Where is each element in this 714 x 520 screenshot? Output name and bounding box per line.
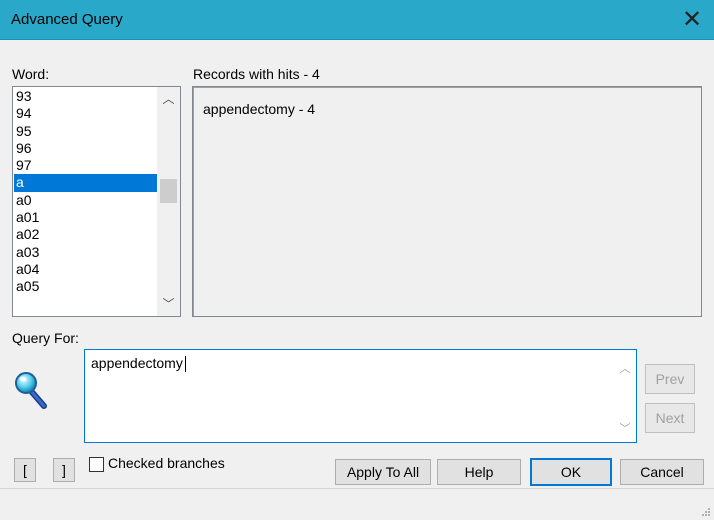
records-panel: appendectomy - 4 xyxy=(192,86,702,317)
query-label: Query For: xyxy=(12,330,79,346)
prev-button[interactable]: Prev xyxy=(645,364,695,394)
title-bar: Advanced Query ✕ xyxy=(0,0,714,40)
resize-grip-icon[interactable] xyxy=(702,508,710,516)
advanced-query-dialog: Advanced Query ✕ Word: Records with hits… xyxy=(0,0,714,520)
magnifier-icon xyxy=(15,372,47,409)
list-item[interactable]: a04 xyxy=(14,261,157,278)
close-bracket-button[interactable]: ] xyxy=(53,458,75,482)
query-scrollbar[interactable]: ︿ ﹀ xyxy=(614,350,636,442)
list-item[interactable]: a02 xyxy=(14,226,157,243)
list-item[interactable]: a05 xyxy=(14,278,157,295)
text-caret xyxy=(184,356,186,373)
record-item[interactable]: appendectomy - 4 xyxy=(203,101,315,117)
word-list-items: 93 94 95 96 97 a a0 a01 a02 a03 a04 a05 xyxy=(14,88,157,296)
checked-branches-label[interactable]: Checked branches xyxy=(108,455,225,471)
scroll-down-arrow-icon[interactable]: ﹀ xyxy=(614,420,636,436)
list-item-selected[interactable]: a xyxy=(14,174,157,192)
scroll-thumb[interactable] xyxy=(160,179,177,203)
scroll-up-arrow-icon[interactable]: ︿ xyxy=(614,360,636,376)
scroll-up-arrow-icon[interactable]: ︿ xyxy=(157,89,180,109)
ok-button[interactable]: OK xyxy=(530,458,612,486)
list-item[interactable]: a03 xyxy=(14,244,157,261)
checked-branches-checkbox[interactable] xyxy=(89,457,104,472)
next-button[interactable]: Next xyxy=(645,403,695,433)
records-label: Records with hits - 4 xyxy=(193,66,320,82)
list-item[interactable]: 96 xyxy=(14,140,157,157)
list-item[interactable]: 94 xyxy=(14,105,157,122)
list-item[interactable]: 97 xyxy=(14,157,157,174)
list-item[interactable]: 93 xyxy=(14,88,157,105)
list-item[interactable]: 95 xyxy=(14,123,157,140)
list-item[interactable]: a0 xyxy=(14,192,157,209)
word-listbox[interactable]: 93 94 95 96 97 a a0 a01 a02 a03 a04 a05 … xyxy=(12,86,181,317)
apply-to-all-button[interactable]: Apply To All xyxy=(335,459,431,485)
open-bracket-button[interactable]: [ xyxy=(14,458,36,482)
close-icon[interactable]: ✕ xyxy=(670,0,714,40)
status-bar xyxy=(0,488,714,520)
query-value: appendectomy xyxy=(91,355,183,371)
word-label: Word: xyxy=(12,66,50,82)
list-item[interactable]: a01 xyxy=(14,209,157,226)
word-list-scrollbar[interactable]: ︿ ﹀ xyxy=(157,87,180,316)
scroll-down-arrow-icon[interactable]: ﹀ xyxy=(157,294,180,314)
window-title: Advanced Query xyxy=(11,11,123,28)
help-button[interactable]: Help xyxy=(437,459,521,485)
query-input[interactable]: appendectomy ︿ ﹀ xyxy=(84,349,637,443)
query-text: appendectomy xyxy=(91,355,186,373)
cancel-button[interactable]: Cancel xyxy=(620,459,704,485)
